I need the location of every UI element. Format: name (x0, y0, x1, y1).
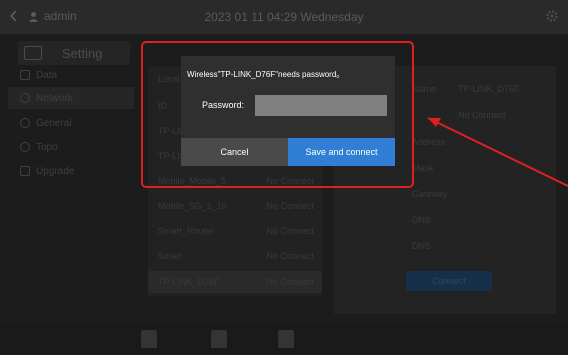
setting-header: Setting (18, 41, 130, 65)
sidebar-item-label: Topo (36, 141, 58, 153)
sidebar: Setting Data Network General Topo Upgrad… (8, 36, 134, 316)
detail-status-value: No Connect (458, 110, 506, 120)
datetime: 2023 01 11 04:29 Wednesday (204, 10, 364, 24)
list-item[interactable]: TP-LINK_D76F No Connect (148, 271, 322, 293)
gear-icon[interactable] (545, 9, 559, 23)
sidebar-item-label: Data (36, 69, 58, 81)
upgrade-icon (20, 166, 30, 176)
detail-label: Gateway (412, 189, 448, 199)
sidebar-item-data[interactable]: Data (8, 64, 134, 86)
top-bar: admin 2023 01 11 04:29 Wednesday (0, 0, 568, 34)
topo-icon (20, 142, 30, 152)
network-icon (20, 93, 30, 103)
sidebar-item-label: Network (36, 92, 73, 104)
server-icon[interactable] (211, 330, 227, 348)
data-icon (20, 70, 30, 80)
sidebar-item-label: Upgrade (36, 165, 75, 177)
setting-label: Setting (62, 45, 103, 61)
highlight-box (141, 41, 414, 188)
detail-label: Address (412, 137, 446, 147)
screen: admin 2023 01 11 04:29 Wednesday Setting… (0, 0, 568, 355)
connect-button[interactable]: Connect (406, 271, 492, 291)
sidebar-item-general[interactable]: General (8, 112, 134, 134)
sidebar-item-topo[interactable]: Topo (8, 136, 134, 158)
general-icon (20, 118, 30, 128)
detail-label: DNS (412, 241, 432, 251)
list-item[interactable]: Smart No Connect (148, 245, 322, 267)
detail-label: DNS (412, 215, 432, 225)
sidebar-item-label: General (36, 117, 72, 129)
detail-label: Mask (412, 163, 434, 173)
grid-icon[interactable] (278, 330, 294, 348)
setting-icon (24, 46, 42, 60)
bottom-nav (0, 324, 568, 355)
detail-name-value: TP-LINK_D76F (458, 84, 520, 94)
cube-icon[interactable] (141, 330, 157, 348)
list-item[interactable]: Smart_Router No Connect (148, 220, 322, 242)
sidebar-item-upgrade[interactable]: Upgrade (8, 160, 134, 182)
sidebar-item-network[interactable]: Network (8, 87, 134, 109)
detail-name-label: Name (412, 84, 437, 94)
list-item[interactable]: Mobile_5G_1_10 No Connect (148, 195, 322, 217)
